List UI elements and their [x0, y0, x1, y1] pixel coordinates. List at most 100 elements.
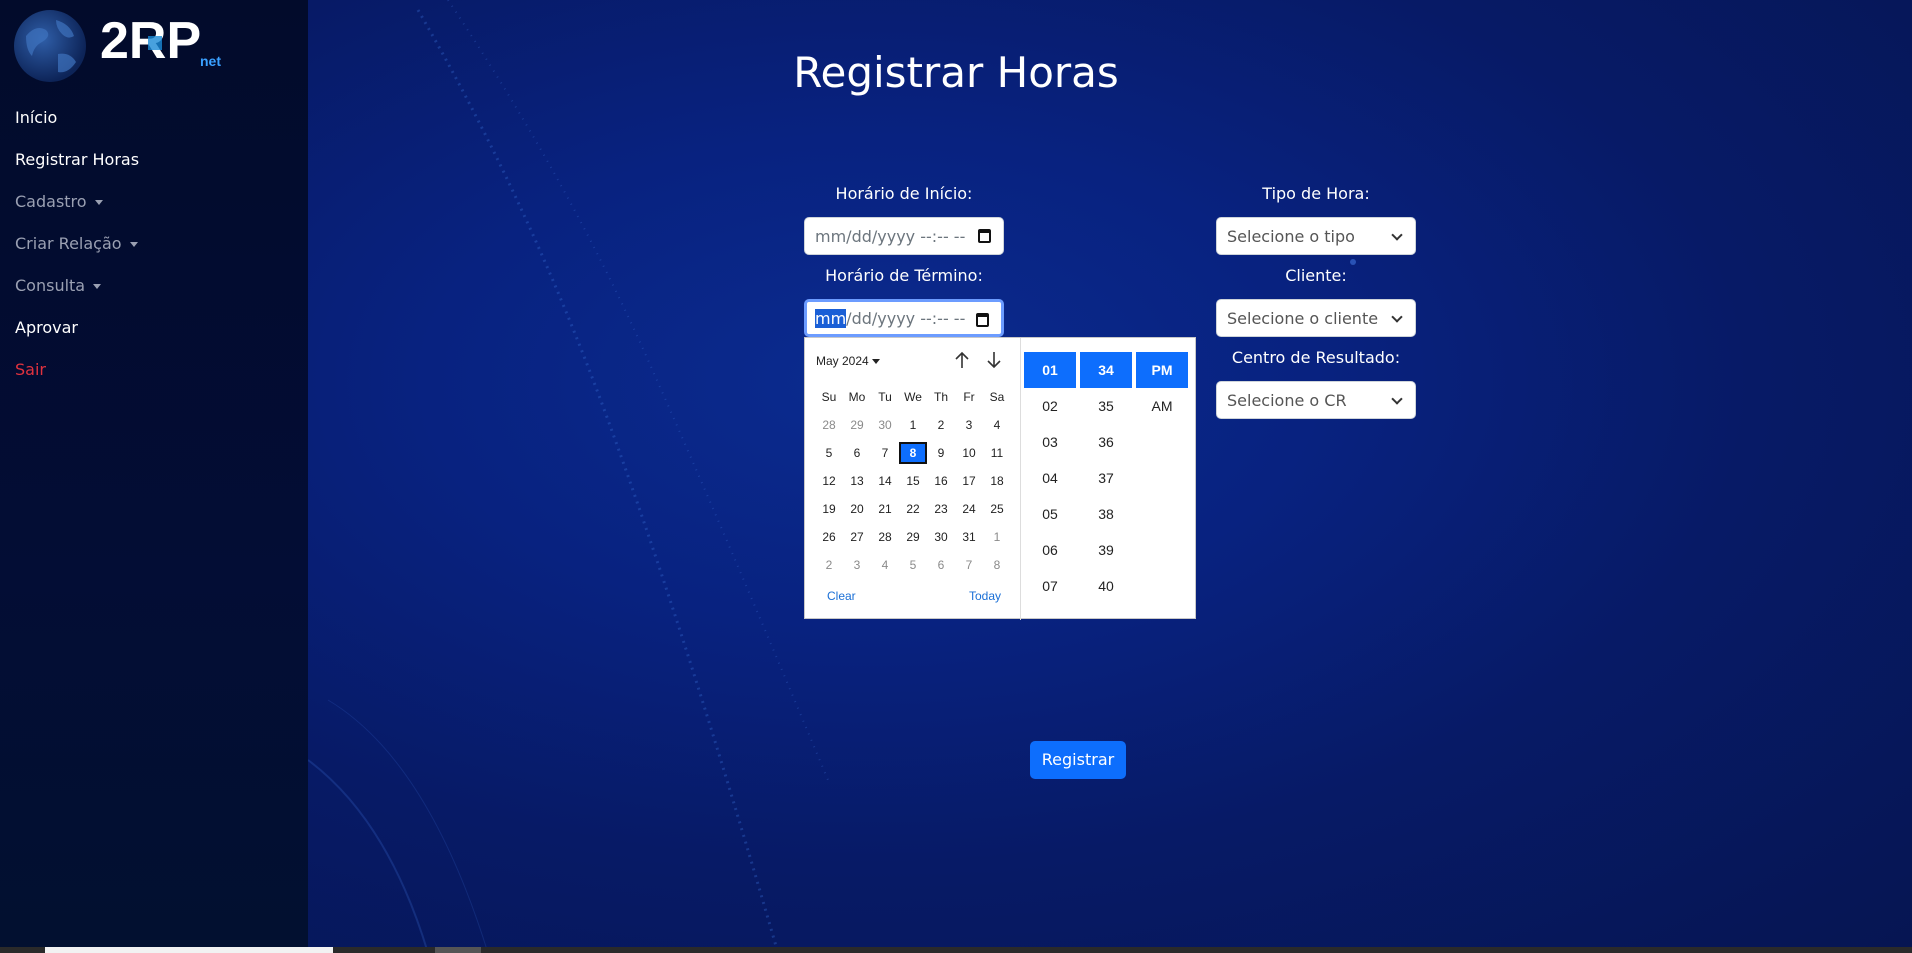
minute-option[interactable]: 36: [1080, 424, 1132, 460]
calendar-day[interactable]: 31: [955, 526, 983, 548]
hour-option[interactable]: 02: [1024, 388, 1076, 424]
calendar-day[interactable]: 24: [955, 498, 983, 520]
calendar-day[interactable]: 9: [927, 442, 955, 464]
calendar-day[interactable]: 28: [871, 526, 899, 548]
calendar-day[interactable]: 8: [983, 554, 1011, 576]
calendar-icon[interactable]: [978, 229, 991, 243]
calendar-day[interactable]: 21: [871, 498, 899, 520]
weekday-label: We: [904, 390, 922, 404]
minute-option[interactable]: 40: [1080, 568, 1132, 604]
next-month-arrow-icon[interactable]: [985, 350, 1003, 370]
nav-aprovar[interactable]: Aprovar: [15, 318, 78, 337]
page-title: Registrar Horas: [793, 48, 1119, 97]
calendar-day[interactable]: 2: [927, 414, 955, 436]
hour-option[interactable]: 03: [1024, 424, 1076, 460]
calendar-day[interactable]: 12: [815, 470, 843, 492]
calendar-day[interactable]: 27: [843, 526, 871, 548]
nav-aprovar-label: Aprovar: [15, 318, 78, 337]
month-year-label: May 2024: [816, 354, 869, 368]
taskbar-segment: [45, 947, 333, 953]
caret-down-icon: [871, 359, 880, 365]
chevron-down-icon: [1391, 229, 1403, 241]
calendar-day[interactable]: 7: [871, 442, 899, 464]
today-button[interactable]: Today: [969, 589, 1001, 603]
calendar-day[interactable]: 11: [983, 442, 1011, 464]
previous-month-arrow-icon[interactable]: [953, 350, 971, 370]
calendar-day[interactable]: 25: [983, 498, 1011, 520]
hour-option[interactable]: 04: [1024, 460, 1076, 496]
calendar-day[interactable]: 29: [843, 414, 871, 436]
minute-option-selected[interactable]: 34: [1080, 352, 1132, 388]
month-year-dropdown[interactable]: May 2024: [816, 354, 880, 368]
calendar-day[interactable]: 17: [955, 470, 983, 492]
nav-inicio[interactable]: Início: [15, 108, 57, 127]
calendar-week: 12 13 14 15 16 17 18: [815, 470, 1011, 492]
end-time-input[interactable]: mm/dd/yyyy --:-- --: [804, 299, 1004, 337]
calendar-day[interactable]: 14: [871, 470, 899, 492]
taskbar-strip: [0, 947, 1912, 953]
start-time-input[interactable]: mm/dd/yyyy --:-- --: [804, 217, 1004, 255]
cr-selected-value: Selecione o CR: [1227, 390, 1347, 410]
hour-option-selected[interactable]: 01: [1024, 352, 1076, 388]
calendar-day[interactable]: 10: [955, 442, 983, 464]
calendar-day[interactable]: 7: [955, 554, 983, 576]
start-time-label: Horário de Início:: [835, 184, 973, 203]
calendar-day[interactable]: 19: [815, 498, 843, 520]
hour-column: 01 02 03 04 05 06 07: [1024, 352, 1076, 604]
hour-option[interactable]: 06: [1024, 532, 1076, 568]
calendar-day[interactable]: 18: [983, 470, 1011, 492]
nav-sair-label: Sair: [15, 360, 46, 379]
calendar-day[interactable]: 4: [871, 554, 899, 576]
hour-option[interactable]: 07: [1024, 568, 1076, 604]
calendar-day[interactable]: 5: [899, 554, 927, 576]
calendar-day[interactable]: 15: [899, 470, 927, 492]
clear-button[interactable]: Clear: [827, 589, 856, 603]
end-time-month-segment[interactable]: mm: [815, 308, 847, 328]
calendar-day[interactable]: 30: [927, 526, 955, 548]
weekday-label: Mo: [848, 390, 866, 404]
calendar-week: 26 27 28 29 30 31 1: [815, 526, 1011, 548]
calendar-icon[interactable]: [976, 313, 989, 327]
minute-option[interactable]: 37: [1080, 460, 1132, 496]
calendar-day[interactable]: 5: [815, 442, 843, 464]
calendar-day[interactable]: 6: [843, 442, 871, 464]
nav-consulta-dropdown[interactable]: Consulta: [15, 276, 102, 295]
minute-option[interactable]: 39: [1080, 532, 1132, 568]
calendar-day[interactable]: 4: [983, 414, 1011, 436]
client-selected-value: Selecione o cliente: [1227, 308, 1379, 328]
hour-option[interactable]: 05: [1024, 496, 1076, 532]
nav-cadastro-dropdown[interactable]: Cadastro: [15, 192, 103, 211]
calendar-day[interactable]: 13: [843, 470, 871, 492]
calendar-day[interactable]: 22: [899, 498, 927, 520]
caret-down-icon: [94, 200, 103, 205]
ampm-option-selected[interactable]: PM: [1136, 352, 1188, 388]
calendar-day[interactable]: 26: [815, 526, 843, 548]
calendar-day[interactable]: 29: [899, 526, 927, 548]
nav-criar-relacao-dropdown[interactable]: Criar Relação: [15, 234, 138, 253]
register-button[interactable]: Registrar: [1030, 741, 1126, 779]
caret-down-icon: [129, 242, 138, 247]
calendar-day[interactable]: 2: [815, 554, 843, 576]
calendar-day[interactable]: 6: [927, 554, 955, 576]
nav-sair[interactable]: Sair: [15, 360, 46, 379]
minute-option[interactable]: 35: [1080, 388, 1132, 424]
ampm-option[interactable]: AM: [1136, 388, 1188, 424]
calendar-day-selected[interactable]: 8: [899, 442, 927, 464]
hour-type-selected-value: Selecione o tipo: [1227, 226, 1355, 246]
nav-registrar-horas[interactable]: Registrar Horas: [15, 150, 139, 169]
calendar-day[interactable]: 20: [843, 498, 871, 520]
calendar-day[interactable]: 23: [927, 498, 955, 520]
nav-criar-relacao-label: Criar Relação: [15, 234, 122, 253]
calendar-day[interactable]: 16: [927, 470, 955, 492]
minute-option[interactable]: 38: [1080, 496, 1132, 532]
calendar-day[interactable]: 30: [871, 414, 899, 436]
calendar-day[interactable]: 1: [899, 414, 927, 436]
calendar-day[interactable]: 3: [843, 554, 871, 576]
calendar-day[interactable]: 1: [983, 526, 1011, 548]
cr-select[interactable]: Selecione o CR: [1216, 381, 1416, 419]
client-select[interactable]: Selecione o cliente: [1216, 299, 1416, 337]
calendar-day[interactable]: 28: [815, 414, 843, 436]
calendar-week: 2 3 4 5 6 7 8: [815, 554, 1011, 576]
calendar-day[interactable]: 3: [955, 414, 983, 436]
hour-type-select[interactable]: Selecione o tipo: [1216, 217, 1416, 255]
